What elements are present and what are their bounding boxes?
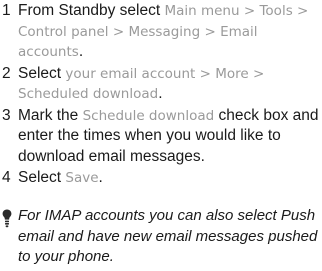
step-text: . (158, 85, 163, 102)
step-text: From Standby select (18, 2, 165, 19)
step-number: 3 (2, 106, 11, 124)
step-item: 1 From Standby select Main menu > Tools >… (0, 1, 320, 63)
step-number: 2 (2, 64, 11, 82)
step-text: Select (18, 169, 66, 186)
menu-path-text: Scheduled download (18, 86, 159, 102)
step-item: 4 Select Save. (0, 168, 320, 189)
step-text: Select (18, 64, 66, 82)
lightbulb-icon (2, 209, 12, 229)
menu-path-text: Schedule download (82, 107, 215, 124)
tip-note: For IMAP accounts you can also select Pu… (0, 206, 320, 268)
menu-path-text: Save (65, 170, 99, 186)
step-number: 1 (2, 2, 11, 19)
step-number: 4 (2, 169, 11, 186)
menu-path-text: your email account > More > (65, 65, 265, 82)
step-text: Mark the (18, 106, 83, 124)
step-item: 3 Mark the Schedule download check box an… (0, 106, 320, 168)
step-text: . (98, 169, 103, 186)
step-text: . (78, 43, 84, 60)
instruction-steps: 1 From Standby select Main menu > Tools >… (0, 1, 320, 190)
tip-text: For IMAP accounts you can also select Pu… (18, 207, 318, 265)
step-item: 2 Select your email account > More > Sche… (0, 64, 320, 105)
menu-path-text: Main menu > (164, 3, 256, 19)
